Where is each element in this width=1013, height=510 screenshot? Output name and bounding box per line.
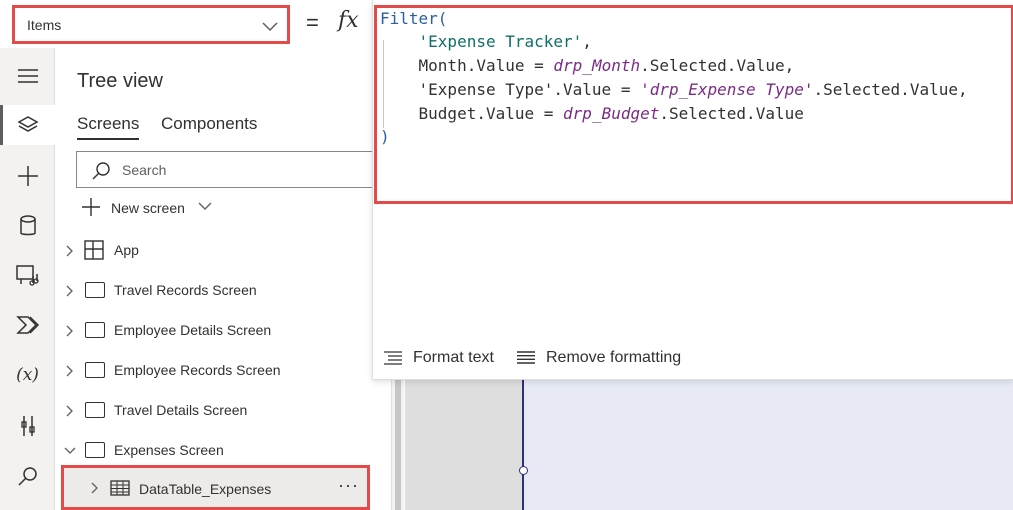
search-placeholder: Search — [122, 162, 167, 178]
chevron-right-icon[interactable] — [66, 245, 74, 257]
tree-item-label: App — [114, 242, 139, 258]
screen-icon — [85, 442, 105, 458]
tree-item-travel-records-screen[interactable]: Travel Records Screen — [56, 272, 392, 308]
plus-icon[interactable] — [0, 156, 55, 196]
layers-icon[interactable] — [0, 105, 55, 145]
code-line: Filter( — [380, 8, 447, 30]
code-punct: , — [582, 32, 592, 51]
code-line: ) — [380, 126, 390, 148]
search-icon[interactable] — [0, 456, 55, 496]
formula-editor: Filter( 'Expense Tracker', Month.Value =… — [372, 0, 1013, 380]
tree-view-title: Tree view — [77, 70, 163, 92]
format-text-icon — [384, 351, 402, 365]
code-operator: = — [611, 80, 641, 99]
chevron-right-icon[interactable] — [66, 285, 74, 297]
code-operator: = — [534, 104, 564, 123]
remove-formatting-icon — [517, 351, 535, 364]
code-rest: .Selected.Value — [659, 104, 804, 123]
chevron-right-icon[interactable] — [91, 482, 99, 494]
tab-components[interactable]: Components — [161, 114, 257, 134]
code-function: Filter — [380, 9, 438, 28]
hamburger-icon[interactable] — [0, 56, 55, 96]
chevron-right-icon[interactable] — [66, 365, 74, 377]
code-control: drp_Month — [553, 56, 641, 75]
code-control: drp_Budget — [563, 104, 660, 123]
search-input[interactable]: Search — [76, 151, 376, 188]
tree-item-label: Travel Details Screen — [114, 402, 248, 418]
equals-sign: = — [306, 10, 319, 35]
screen-icon — [85, 362, 105, 378]
tree-item-label: Expenses Screen — [114, 442, 224, 458]
chevron-right-icon[interactable] — [66, 405, 74, 417]
code-operator: = — [524, 56, 554, 75]
formula-input[interactable]: Filter( 'Expense Tracker', Month.Value =… — [374, 5, 1013, 204]
tree-item-label: DataTable_Expenses — [139, 481, 272, 497]
code-field: 'Expense Type'.Value — [418, 80, 612, 99]
code-control: 'drp_Expense Type' — [640, 80, 814, 99]
code-line: 'Expense Type'.Value = 'drp_Expense Type… — [380, 79, 968, 101]
tools-icon[interactable] — [0, 406, 55, 446]
table-icon — [110, 480, 130, 496]
screen-icon — [85, 282, 105, 298]
tab-screens[interactable]: Screens — [77, 114, 140, 140]
tree-item-expenses-screen[interactable]: Expenses Screen — [56, 432, 392, 468]
code-paren: ( — [437, 9, 448, 28]
code-rest: .Selected.Value, — [813, 80, 968, 99]
canvas-screen[interactable] — [523, 380, 1013, 510]
code-string: 'Expense Tracker' — [418, 32, 583, 51]
code-line: Budget.Value = drp_Budget.Selected.Value — [380, 103, 804, 125]
chevron-down-icon[interactable] — [64, 447, 76, 455]
tree-item-label: Employee Records Screen — [114, 362, 281, 378]
resize-handle[interactable] — [519, 466, 528, 475]
remove-formatting-label: Remove formatting — [546, 349, 682, 366]
tree-item-label: Travel Records Screen — [114, 282, 257, 298]
tree-scrollbar-thumb[interactable] — [395, 380, 401, 510]
power-automate-icon[interactable] — [0, 305, 55, 345]
code-field: Budget.Value — [418, 104, 535, 123]
format-text-button[interactable]: Format text — [383, 348, 503, 370]
code-rest: .Selected.Value, — [640, 56, 795, 75]
code-line: Month.Value = drp_Month.Selected.Value, — [380, 55, 795, 77]
app-icon — [84, 240, 104, 260]
screen-icon — [85, 402, 105, 418]
selection-border — [522, 380, 524, 510]
plus-icon — [82, 198, 100, 216]
code-paren: ) — [380, 127, 390, 146]
tree-item-label: Employee Details Screen — [114, 322, 272, 338]
property-dropdown[interactable]: Items — [12, 5, 290, 44]
chevron-down-icon — [262, 19, 278, 35]
search-icon — [92, 162, 110, 180]
formula-editor-toolbar: Format text Remove formatting — [373, 338, 1013, 380]
variables-icon[interactable]: (x) — [0, 355, 55, 395]
remove-formatting-button[interactable]: Remove formatting — [516, 348, 696, 370]
tree-item-travel-details-screen[interactable]: Travel Details Screen — [56, 392, 392, 428]
code-field: Month.Value — [418, 56, 525, 75]
screen-icon — [85, 322, 105, 338]
chevron-right-icon[interactable] — [66, 325, 74, 337]
tree-item-employee-details-screen[interactable]: Employee Details Screen — [56, 312, 392, 348]
media-icon[interactable] — [0, 255, 55, 295]
tree-item-app[interactable]: App — [56, 232, 392, 268]
fx-icon[interactable]: fx — [338, 8, 359, 33]
chevron-down-icon — [198, 202, 212, 210]
property-dropdown-value: Items — [27, 17, 62, 33]
tree-view-panel: Tree view Screens Components Search New … — [56, 48, 392, 510]
tree-item-employee-records-screen[interactable]: Employee Records Screen — [56, 352, 392, 388]
more-options-icon[interactable]: ··· — [338, 475, 359, 496]
format-text-label: Format text — [413, 349, 494, 366]
code-line: 'Expense Tracker', — [380, 31, 592, 53]
tree-item-datatable-expenses[interactable]: DataTable_Expenses ··· — [61, 465, 370, 510]
new-screen-label: New screen — [111, 200, 185, 216]
left-rail: (x) — [0, 48, 55, 510]
database-icon[interactable] — [0, 206, 55, 246]
